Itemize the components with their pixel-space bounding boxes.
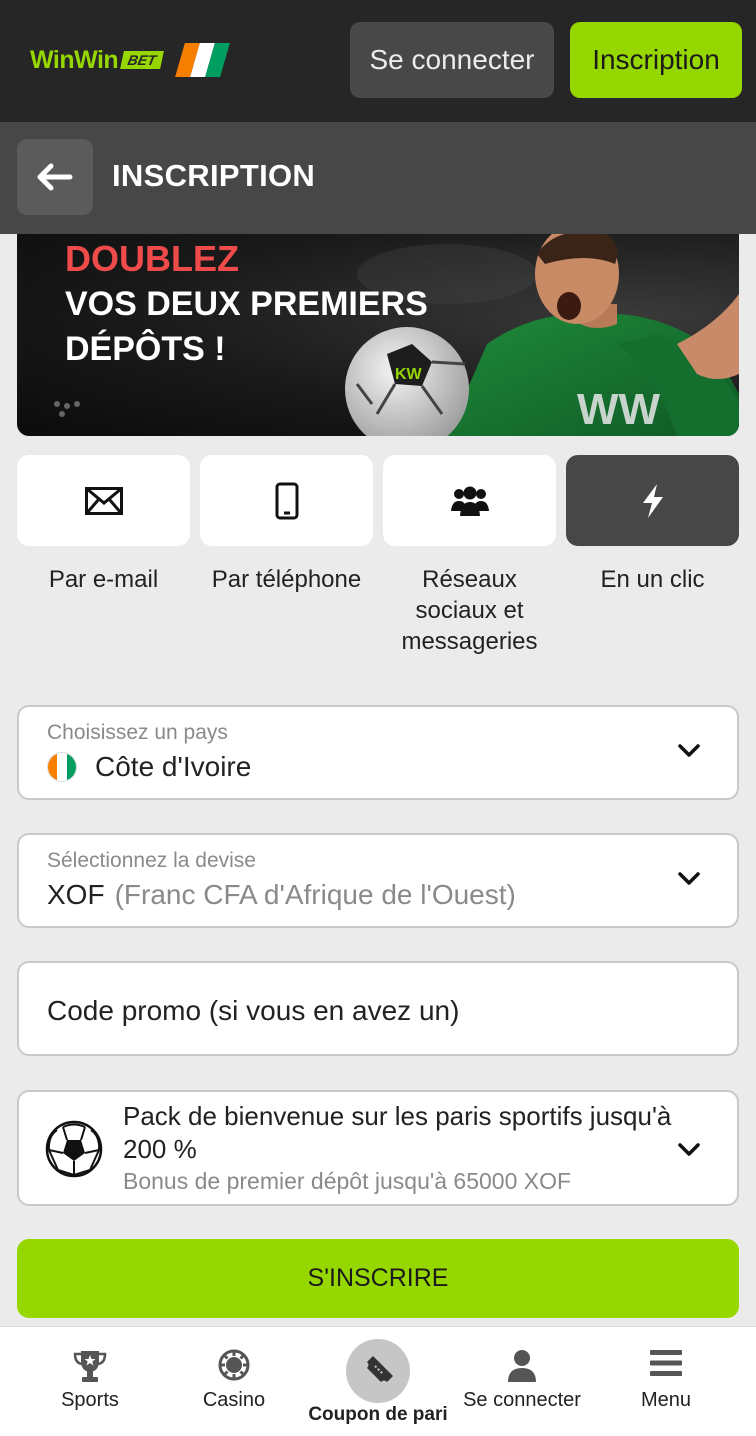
promo-code-input[interactable]: Code promo (si vous en avez un) [17,961,739,1056]
country-name: Côte d'Ivoire [95,751,252,782]
top-header: WinWin BET Se connecter Inscription [0,0,756,122]
hamburger-menu-icon [650,1350,682,1376]
ivory-coast-flag-icon [47,752,77,782]
nav-bet-slip-label: Coupon de pari [308,1404,448,1425]
smartphone-icon [275,482,298,519]
method-social-tile[interactable] [383,455,556,546]
country-select-value: Côte d'Ivoire [47,751,251,783]
method-social[interactable]: Réseaux sociaux et messageries [383,455,556,657]
banner-line-1: VOS DEUX PREMIERS [65,285,428,323]
currency-name: (Franc CFA d'Afrique de l'Ouest) [114,879,516,910]
country-select-label: Choisissez un pays [47,721,228,744]
promo-banner[interactable]: WW KW DOUBLEZ VOS DEUX PREMIERS DÉPÔTS ! [17,234,739,436]
currency-select-value: XOF (Franc CFA d'Afrique de l'Ouest) [47,879,516,911]
logo-badge: BET [120,51,165,69]
nav-menu-label: Menu [640,1389,692,1411]
bonus-select[interactable]: Pack de bienvenue sur les paris sportifs… [17,1090,739,1206]
bet-slip-circle[interactable] [346,1339,410,1403]
nav-casino-label: Casino [202,1389,266,1411]
banner-text: VOS DEUX PREMIERS DÉPÔTS ! [65,282,428,372]
svg-text:WW: WW [577,385,661,434]
nav-sports-label: Sports [61,1389,119,1411]
logo-text: WinWin [30,45,119,74]
registration-methods: Par e-mail Par téléphone Réseaux sociaux… [17,455,739,655]
casino-chip-icon [218,1349,250,1381]
method-phone-tile[interactable] [200,455,373,546]
signup-button[interactable]: Inscription [570,22,742,98]
method-phone-label: Par téléphone [211,566,362,593]
back-button[interactable] [17,139,93,215]
method-social-label: Réseaux sociaux et messageries [401,566,538,655]
page-title-bar: INSCRIPTION [0,122,756,234]
lightning-icon [642,483,663,518]
ivory-coast-flag-icon [175,43,231,77]
bonus-title: Pack de bienvenue sur les paris sportifs… [123,1101,672,1164]
banner-line-2: DÉPÔTS ! [65,330,226,368]
soccer-ball-icon [45,1120,103,1178]
chevron-down-icon [678,872,700,885]
users-icon [450,486,489,516]
promo-code-placeholder: Code promo (si vous en avez un) [47,995,460,1026]
chevron-down-icon [678,744,700,757]
register-submit-button[interactable]: S'INSCRIRE [17,1239,739,1318]
trophy-icon [73,1351,107,1382]
method-one-click-tile[interactable] [566,455,739,546]
banner-highlight: DOUBLEZ [65,238,239,279]
envelope-icon [84,486,123,515]
bonus-subtitle: Bonus de premier dépôt jusqu'à 65000 XOF [123,1168,572,1194]
currency-code: XOF [47,879,105,910]
method-one-click-label: En un clic [600,566,705,593]
currency-select[interactable]: Sélectionnez la devise XOF (Franc CFA d'… [17,833,739,928]
country-select[interactable]: Choisissez un pays Côte d'Ivoire [17,705,739,800]
method-email-tile[interactable] [17,455,190,546]
chevron-down-icon [678,1143,700,1156]
arrow-left-icon [37,163,73,191]
currency-select-label: Sélectionnez la devise [47,849,256,872]
method-phone[interactable]: Par téléphone [200,455,373,595]
ticket-icon [367,1356,393,1382]
login-button[interactable]: Se connecter [350,22,554,98]
method-one-click[interactable]: En un clic [566,455,739,595]
user-icon [508,1350,536,1382]
method-email-label: Par e-mail [48,566,159,593]
bottom-navigation: Sports Casino Coupon de pari Se connecte… [0,1326,756,1436]
method-email[interactable]: Par e-mail [17,455,190,595]
page-title: INSCRIPTION [112,158,316,193]
nav-login-label: Se connecter [463,1389,581,1411]
brand-logo[interactable]: WinWin BET [30,42,231,78]
